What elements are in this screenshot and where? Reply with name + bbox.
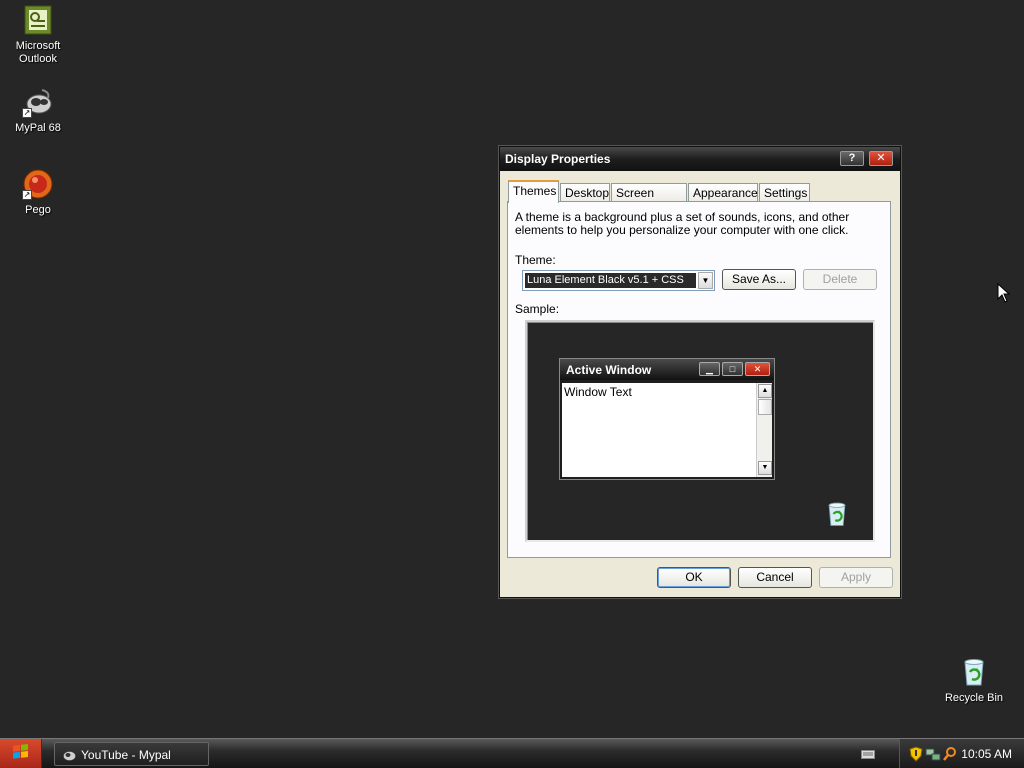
mypal-icon xyxy=(61,747,77,763)
scroll-thumb xyxy=(758,399,772,415)
shortcut-arrow-icon: ↗ xyxy=(22,108,32,118)
clock[interactable]: 10:05 AM xyxy=(961,747,1012,761)
tab-themes[interactable]: Themes xyxy=(508,180,559,203)
tab-screen-saver[interactable]: Screen Saver xyxy=(611,183,687,214)
mouse-cursor-icon xyxy=(997,282,1011,306)
taskbar: YouTube - Mypal 10:05 AM xyxy=(0,738,1024,768)
save-as-button[interactable]: Save As... xyxy=(722,269,796,290)
desktop-icon-label: Recycle Bin xyxy=(944,692,1004,704)
sample-active-window: Active Window ▁ □ ✕ Window Text ▲ ▼ xyxy=(559,358,775,480)
sample-scrollbar: ▲ ▼ xyxy=(756,383,772,477)
system-tray: 10:05 AM xyxy=(899,739,1024,768)
tab-appearance[interactable]: Appearance xyxy=(688,183,758,202)
theme-select-value: Luna Element Black v5.1 + CSS xyxy=(525,273,696,288)
dialog-title-bar[interactable]: Display Properties ? ✕ xyxy=(500,147,900,171)
sample-window-body: Window Text ▲ ▼ xyxy=(562,383,772,477)
shortcut-arrow-icon: ↗ xyxy=(22,190,32,200)
search-icon[interactable] xyxy=(942,746,958,762)
help-button[interactable]: ? xyxy=(840,151,864,166)
mypal-icon: ↗ xyxy=(22,86,54,118)
sample-window-text: Window Text xyxy=(564,385,632,399)
sample-label: Sample: xyxy=(515,302,560,316)
desktop-icon-label: Pego xyxy=(25,204,51,216)
theme-description: A theme is a background plus a set of so… xyxy=(515,210,850,237)
ok-button[interactable]: OK xyxy=(657,567,731,588)
windows-logo-icon xyxy=(13,744,28,759)
tab-desktop[interactable]: Desktop xyxy=(560,183,610,202)
desktop-icon-mypal[interactable]: ↗ MyPal 68 xyxy=(0,86,76,135)
desktop-icon-pego[interactable]: ↗ Pego xyxy=(0,168,76,217)
scroll-up-icon: ▲ xyxy=(758,384,772,398)
recycle-bin-icon xyxy=(958,656,990,688)
desktop-icon-label: Microsoft Outlook xyxy=(15,40,61,65)
sample-preview: Active Window ▁ □ ✕ Window Text ▲ ▼ xyxy=(525,320,875,542)
sample-window-title-bar: Active Window ▁ □ ✕ xyxy=(560,359,774,380)
theme-label: Theme: xyxy=(515,253,556,267)
scroll-down-icon: ▼ xyxy=(758,461,772,475)
cancel-button[interactable]: Cancel xyxy=(738,567,812,588)
taskbar-button-label: YouTube - Mypal xyxy=(81,748,171,762)
apply-button[interactable]: Apply xyxy=(819,567,893,588)
delete-button[interactable]: Delete xyxy=(803,269,877,290)
start-button[interactable] xyxy=(0,739,42,768)
display-properties-dialog: Display Properties ? ✕ Themes Desktop Sc… xyxy=(499,146,901,598)
minimize-icon: ▁ xyxy=(699,362,720,376)
desktop-icon-outlook[interactable]: Microsoft Outlook xyxy=(0,4,76,66)
desktop-icon-recycle-bin[interactable]: Recycle Bin xyxy=(936,656,1012,705)
taskbar-button-mypal[interactable]: YouTube - Mypal xyxy=(54,742,209,766)
tab-settings[interactable]: Settings xyxy=(759,183,810,202)
outlook-icon xyxy=(22,4,54,36)
desktop-icon-label: MyPal 68 xyxy=(15,122,61,134)
network-icon[interactable] xyxy=(925,746,941,762)
dialog-title: Display Properties xyxy=(505,152,611,166)
close-button[interactable]: ✕ xyxy=(869,151,893,166)
recycle-bin-icon xyxy=(823,500,851,528)
theme-select[interactable]: Luna Element Black v5.1 + CSS ▼ xyxy=(522,270,715,291)
keyboard-icon[interactable] xyxy=(861,748,875,760)
sample-window-title: Active Window xyxy=(566,363,652,377)
security-shield-icon[interactable] xyxy=(908,746,924,762)
maximize-icon: □ xyxy=(722,362,743,376)
close-icon: ✕ xyxy=(745,362,770,376)
pego-icon: ↗ xyxy=(22,168,54,200)
chevron-down-icon[interactable]: ▼ xyxy=(698,272,713,289)
